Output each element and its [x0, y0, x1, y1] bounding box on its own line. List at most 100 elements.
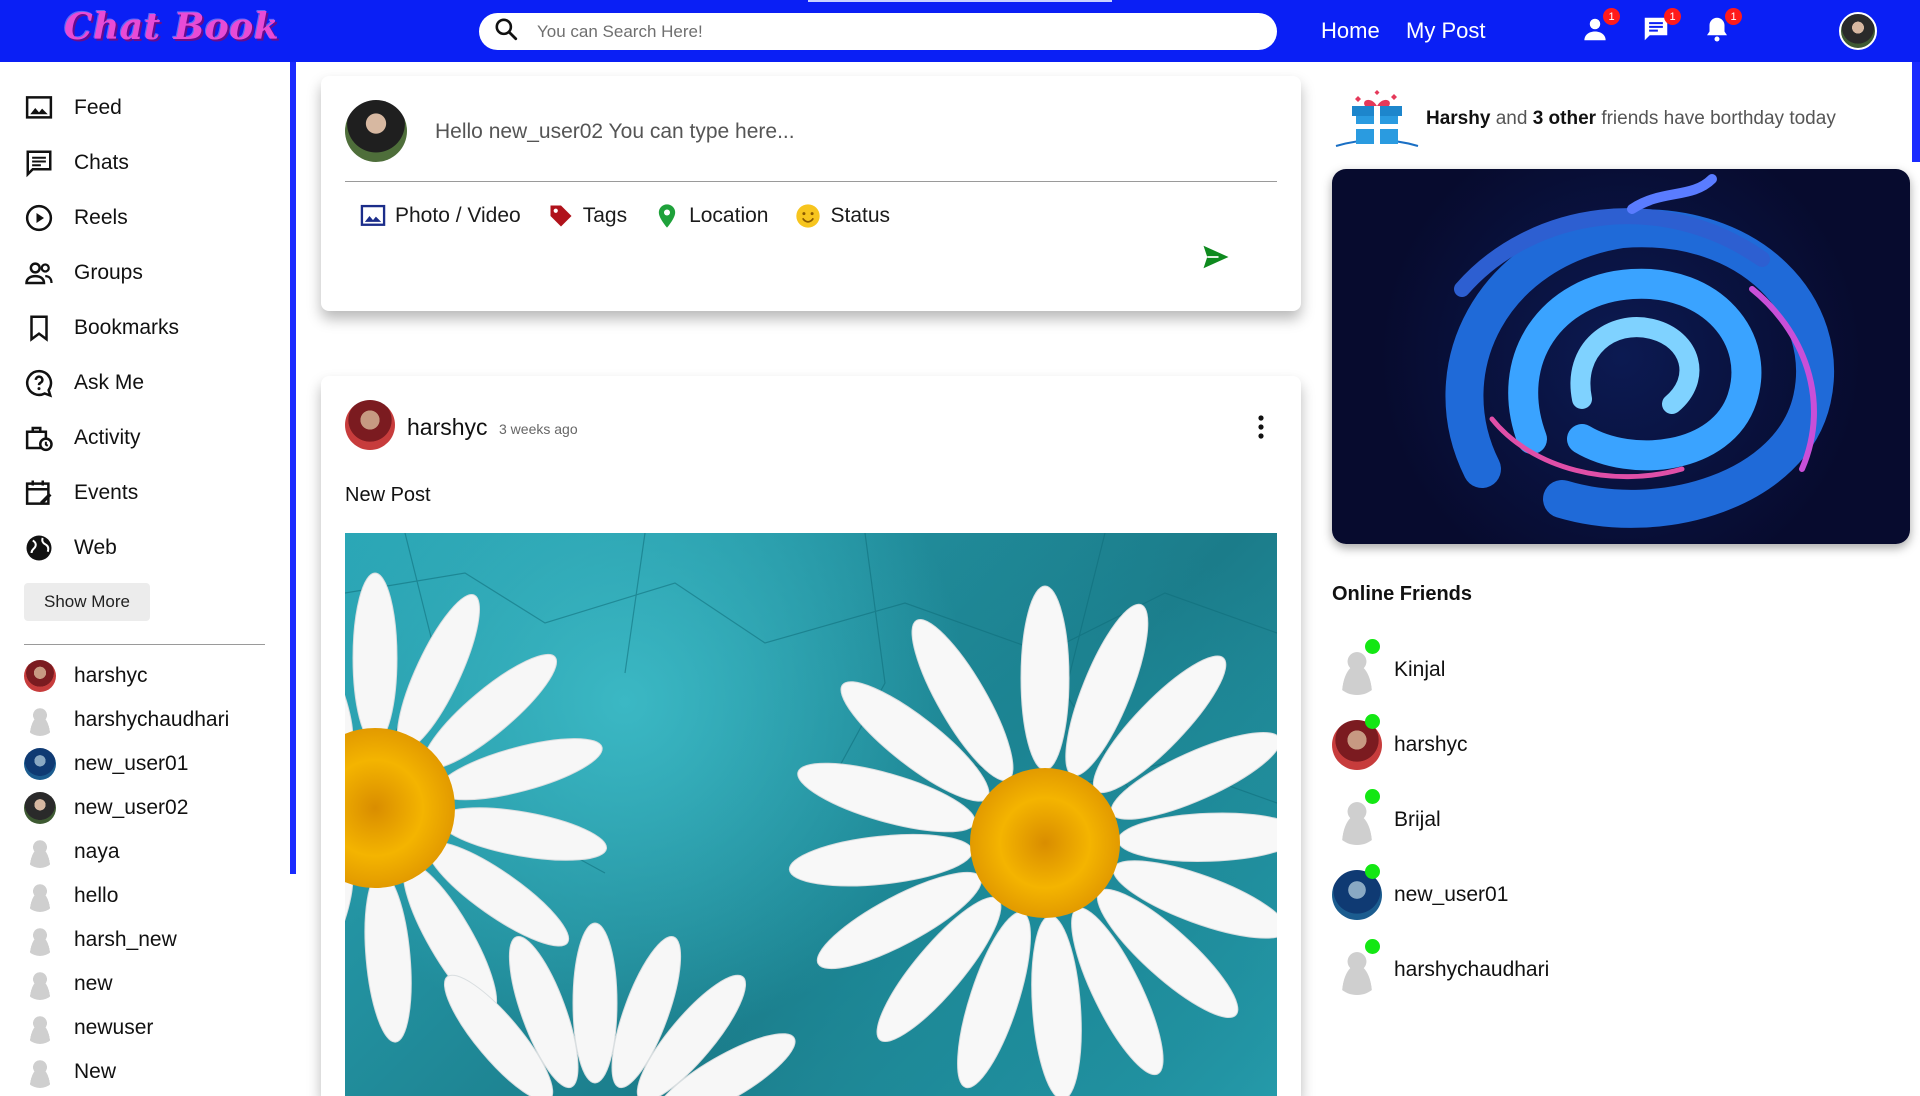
post-image[interactable] — [345, 533, 1277, 1096]
online-friends-title: Online Friends — [1332, 583, 1473, 605]
status-option[interactable]: Status — [794, 202, 890, 230]
profile-avatar[interactable] — [1839, 12, 1877, 50]
sidebar-item-label: Reels — [74, 205, 128, 229]
online-friend-item[interactable]: new_user01 — [1332, 857, 1549, 932]
avatar — [24, 704, 56, 736]
avatar — [24, 748, 56, 780]
app-logo[interactable]: Chat Book — [64, 6, 279, 48]
photo-video-label: Photo / Video — [395, 204, 521, 227]
friend-name: naya — [74, 840, 120, 863]
birthday-name[interactable]: Harshy — [1426, 108, 1490, 129]
online-friends-list: Kinjal harshyc Brijal new_user01 harshyc… — [1332, 632, 1549, 1007]
sidebar-item-label: Events — [74, 480, 139, 504]
online-friend-item[interactable]: harshychaudhari — [1332, 932, 1549, 1007]
friend-name: newuser — [74, 1016, 154, 1039]
friend-list-item[interactable]: harshyc — [24, 654, 229, 698]
avatar — [24, 1056, 56, 1088]
avatar[interactable] — [345, 400, 395, 450]
online-status-dot — [1365, 939, 1380, 954]
friends-list: harshyc harshychaudhari new_user01 new_u… — [24, 654, 229, 1094]
online-friend-name: harshyc — [1394, 732, 1468, 756]
messages-button[interactable]: 1 — [1641, 8, 1681, 44]
sidebar-item-web[interactable]: Web — [24, 520, 179, 575]
sidebar-item-label: Activity — [74, 425, 141, 449]
online-status-dot — [1365, 789, 1380, 804]
nav-my-post-link[interactable]: My Post — [1406, 18, 1485, 44]
friend-list-item[interactable]: naya — [24, 830, 229, 874]
sidebar-item-label: Ask Me — [74, 370, 145, 394]
location-option[interactable]: Location — [653, 202, 768, 230]
gift-icon — [1335, 90, 1419, 147]
birthday-text: Harshy and 3 other friends have borthday… — [1426, 108, 1836, 130]
friend-name: harsh_new — [74, 928, 177, 951]
online-friend-item[interactable]: Kinjal — [1332, 632, 1549, 707]
search-bar[interactable]: You can Search Here! — [479, 13, 1277, 50]
sidebar-item-chats[interactable]: Chats — [24, 135, 179, 190]
birthday-rest: friends have borthday today — [1601, 108, 1836, 129]
friend-list-item[interactable]: harsh_new — [24, 918, 229, 962]
sidebar-item-activity[interactable]: Activity — [24, 410, 179, 465]
feed-icon — [25, 95, 53, 119]
sidebar-item-groups[interactable]: Groups — [24, 245, 179, 300]
sidebar-item-label: Chats — [74, 150, 129, 174]
abstract-rose-image — [1445, 174, 1835, 528]
online-friend-item[interactable]: harshyc — [1332, 707, 1549, 782]
friend-name: new_user02 — [74, 796, 189, 819]
friend-list-item[interactable]: harshychaudhari — [24, 698, 229, 742]
nav-home-link[interactable]: Home — [1321, 18, 1380, 44]
friend-list-item[interactable]: hello — [24, 874, 229, 918]
send-icon[interactable] — [1201, 242, 1231, 272]
sidebar-item-bookmarks[interactable]: Bookmarks — [24, 300, 179, 355]
friend-list-item[interactable]: new_user01 — [24, 742, 229, 786]
chats-icon — [26, 150, 52, 177]
sidebar-item-feed[interactable]: Feed — [24, 80, 179, 135]
tag-icon — [550, 205, 572, 227]
online-friend-item[interactable]: Brijal — [1332, 782, 1549, 857]
share-divider — [345, 181, 1277, 182]
avatar — [24, 968, 56, 1000]
top-highlight — [808, 0, 1112, 2]
sidebar-item-events[interactable]: Events — [24, 465, 179, 520]
avatar — [24, 1012, 56, 1044]
groups-icon — [25, 261, 53, 284]
location-label: Location — [689, 204, 769, 227]
ad-banner[interactable] — [1332, 169, 1910, 544]
sidebar-item-label: Web — [74, 535, 117, 559]
post-input[interactable]: Hello new_user02 You can type here... — [435, 120, 795, 144]
top-navbar: Chat Book You can Search Here! Home My P… — [0, 0, 1920, 62]
avatar — [24, 880, 56, 912]
show-more-button[interactable]: Show More — [24, 583, 150, 621]
online-status-dot — [1365, 864, 1380, 879]
friend-name: new — [74, 972, 113, 995]
tags-option[interactable]: Tags — [547, 202, 627, 230]
friend-list-item[interactable]: New — [24, 1050, 229, 1094]
page-scrollbar[interactable] — [1912, 62, 1920, 162]
post-username[interactable]: harshyc — [407, 414, 488, 441]
more-options-icon[interactable] — [1256, 414, 1266, 440]
sidebar-item-label: Feed — [74, 95, 122, 119]
sidebar-scrollbar[interactable] — [290, 62, 296, 874]
tags-label: Tags — [582, 204, 628, 227]
birthday-count[interactable]: 3 other — [1533, 108, 1596, 129]
sidebar-item-reels[interactable]: Reels — [24, 190, 179, 245]
photo-video-option[interactable]: Photo / Video — [359, 202, 521, 230]
smiley-icon — [796, 204, 821, 228]
friend-list-item[interactable]: new_user02 — [24, 786, 229, 830]
activity-icon — [25, 426, 53, 451]
search-icon — [493, 16, 519, 47]
sidebar-item-ask-me[interactable]: Ask Me — [24, 355, 179, 410]
bookmark-icon — [30, 315, 48, 342]
notifications-button[interactable]: 1 — [1702, 8, 1742, 44]
friend-name: hello — [74, 884, 119, 907]
friend-list-item[interactable]: new — [24, 962, 229, 1006]
friend-requests-button[interactable]: 1 — [1580, 8, 1620, 44]
events-icon — [25, 480, 52, 505]
post-caption: New Post — [345, 484, 431, 506]
birthday-notice[interactable]: Harshy and 3 other friends have borthday… — [1334, 88, 1836, 150]
search-input[interactable]: You can Search Here! — [537, 22, 703, 42]
share-box: Hello new_user02 You can type here... Ph… — [321, 76, 1301, 311]
friend-list-item[interactable]: newuser — [24, 1006, 229, 1050]
reels-icon — [25, 204, 53, 231]
avatar — [24, 660, 56, 692]
sidebar-item-label: Bookmarks — [74, 315, 180, 339]
